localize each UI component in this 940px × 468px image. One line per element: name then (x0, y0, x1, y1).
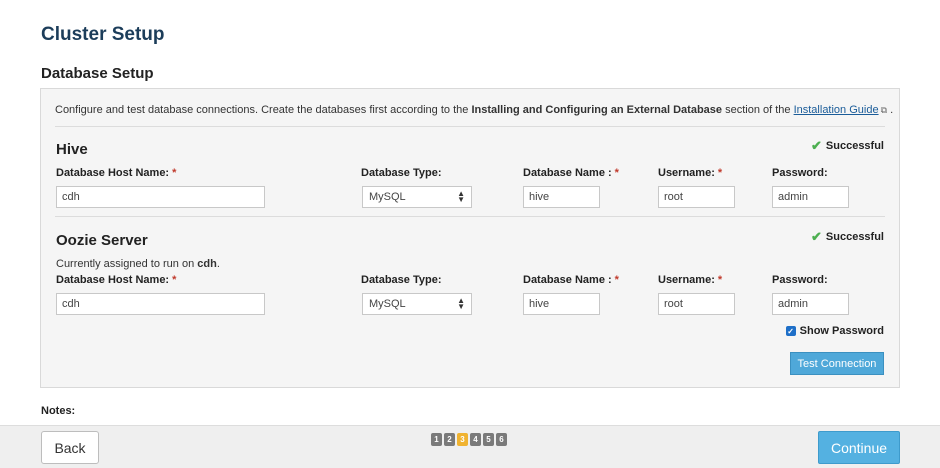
oozie-username-label: Username: * (658, 274, 723, 286)
oozie-host-label: Database Host Name: * (56, 274, 177, 286)
check-icon: ✔ (811, 138, 822, 153)
section-title: Database Setup (41, 65, 154, 82)
oozie-password-label: Password: (772, 274, 828, 286)
oozie-title: Oozie Server (56, 232, 148, 249)
oozie-host-input[interactable] (56, 293, 265, 315)
hive-type-label: Database Type: (361, 167, 442, 179)
test-connection-button[interactable]: Test Connection (790, 352, 884, 375)
updown-arrow-icon: ▲ ▼ (457, 296, 465, 311)
installation-guide-link[interactable]: Installation Guide (794, 104, 879, 116)
hive-dbname-label: Database Name : * (523, 167, 619, 179)
hive-title: Hive (56, 141, 88, 158)
step-5[interactable]: 5 (483, 433, 494, 446)
notes-label: Notes: (41, 405, 76, 417)
oozie-password-input[interactable] (772, 293, 849, 315)
step-3-current[interactable]: 3 (457, 433, 468, 446)
show-password-checkbox[interactable]: ✓ Show Password (785, 325, 884, 337)
step-6[interactable]: 6 (496, 433, 507, 446)
wizard-steps: 1 2 3 4 5 6 (431, 433, 507, 446)
hive-dbname-input[interactable] (523, 186, 600, 208)
updown-arrow-icon: ▲ ▼ (457, 189, 465, 204)
continue-button[interactable]: Continue (818, 431, 900, 464)
back-button[interactable]: Back (41, 431, 99, 464)
hive-username-input[interactable] (658, 186, 735, 208)
divider (55, 216, 885, 217)
step-2[interactable]: 2 (444, 433, 455, 446)
oozie-assigned-text: Currently assigned to run on cdh. (56, 258, 220, 270)
checkbox-checked-icon[interactable]: ✓ (785, 326, 796, 336)
hive-type-select[interactable]: MySQL ▲ ▼ (362, 186, 472, 208)
oozie-dbname-label: Database Name : * (523, 274, 619, 286)
database-setup-panel: Configure and test database connections.… (40, 88, 900, 388)
page-title: Cluster Setup (41, 24, 165, 45)
oozie-dbname-input[interactable] (523, 293, 600, 315)
step-4[interactable]: 4 (470, 433, 481, 446)
intro-text: Configure and test database connections.… (55, 104, 894, 116)
oozie-type-label: Database Type: (361, 274, 442, 286)
hive-password-label: Password: (772, 167, 828, 179)
oozie-type-select[interactable]: MySQL ▲ ▼ (362, 293, 472, 315)
check-icon: ✔ (811, 229, 822, 244)
step-1[interactable]: 1 (431, 433, 442, 446)
divider (55, 126, 885, 127)
hive-host-label: Database Host Name: * (56, 167, 177, 179)
hive-status: ✔ Successful (811, 138, 884, 153)
hive-username-label: Username: * (658, 167, 723, 179)
footer-bar: Back 1 2 3 4 5 6 Continue (0, 425, 940, 468)
hive-password-input[interactable] (772, 186, 849, 208)
oozie-username-input[interactable] (658, 293, 735, 315)
hive-host-input[interactable] (56, 186, 265, 208)
oozie-status: ✔ Successful (811, 229, 884, 244)
